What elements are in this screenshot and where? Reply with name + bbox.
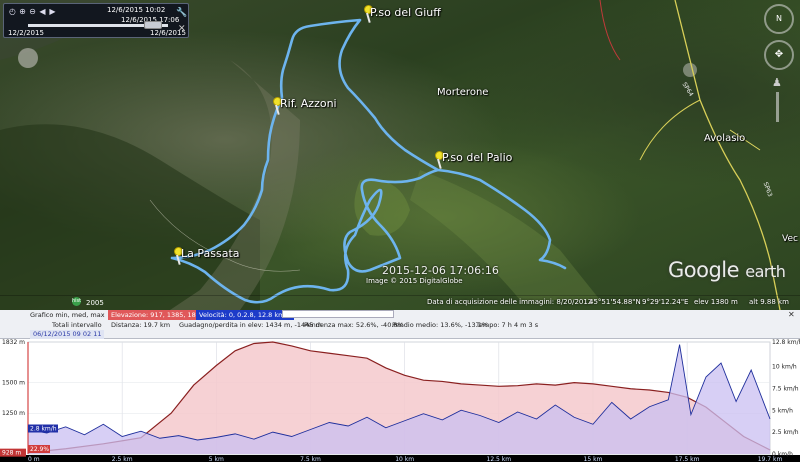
zoom-in-icon[interactable]: ⊕ — [18, 7, 27, 16]
placemark-label[interactable]: La Passata — [181, 247, 240, 260]
gain-loss-stat: Guadagno/perdita in elev: 1434 m, -1445 … — [179, 321, 322, 329]
compass-icon[interactable]: N — [764, 4, 794, 34]
time-stat: Tempo: 7 h 4 m 3 s — [476, 321, 539, 329]
y-right-tick-label: 7.5 km/h — [772, 385, 799, 392]
profile-stats: Grafico min, med, max Elevazione: 917, 1… — [0, 310, 800, 339]
image-credit: Image © 2015 DigitalGlobe — [366, 277, 463, 285]
cursor-speed-label: 2.8 km/h — [30, 426, 57, 433]
partial-place-label: Vec — [782, 234, 798, 244]
step-back-icon[interactable]: ◀ — [38, 7, 47, 16]
place-name-label: Morterone — [437, 87, 489, 98]
cursor-elev-label: 928 m — [2, 450, 21, 457]
placemark-label[interactable]: P.so del Giuff — [370, 6, 441, 19]
clock-icon[interactable]: ◴ — [8, 7, 17, 16]
latitude-readout: 45°51'54.88"N — [589, 298, 641, 306]
x-tick-label: 12.5 km — [487, 456, 512, 462]
x-tick-label: 17.5 km — [675, 456, 700, 462]
avg-slope-stat: Pendio medio: 13.6%, -13.1% — [392, 321, 489, 329]
street-view-person-icon[interactable]: ♟ — [772, 76, 782, 89]
slider-start-date: 12/2/2015 — [8, 29, 44, 37]
stats-empty-field — [282, 310, 394, 318]
y-left-tick-label: 1250 m — [2, 410, 25, 417]
place-name-label: Avolasio — [704, 133, 746, 144]
x-tick-label: 5 km — [209, 456, 224, 462]
speed-stats[interactable]: Velocità: 0, 0.2.8, 12.8 km/h — [196, 310, 294, 320]
y-right-tick-label: 12.8 km/h — [772, 339, 800, 346]
acquisition-date: Data di acquisizione delle immagini: 8/2… — [427, 298, 593, 306]
status-bar: Data di acquisizione delle immagini: 8/2… — [0, 296, 800, 310]
y-right-tick-label: 2.5 km/h — [772, 429, 799, 436]
wrench-icon[interactable]: 🔧 — [176, 8, 187, 18]
y-right-tick-label: 0 km/h — [772, 451, 793, 458]
x-tick-label: 0 m — [28, 456, 40, 462]
max-slope-stat: Pendenza max: 52.6%, -40.8% — [304, 321, 404, 329]
slider-current-time: 12/6/2015 10:02 — [107, 6, 166, 14]
elevation-readout: elev 1380 m — [694, 298, 738, 306]
step-forward-icon[interactable]: ▶ — [48, 7, 57, 16]
track-timestamp: 2015-12-06 17:06:16 — [382, 264, 499, 277]
eye-altitude-readout: alt 9.88 km — [749, 298, 789, 306]
elevation-speed-chart[interactable]: 0 m 2.5 km 5 km 7.5 km 10 km 12.5 km 15 km 17.5… — [0, 339, 800, 462]
longitude-readout: 9°29'12.24"E — [642, 298, 689, 306]
map-view[interactable]: ◴ ⊕ ⊖ ◀ ▶ 12/6/2015 10:02 12/6/2015 17:0… — [0, 0, 800, 310]
navigation-controls[interactable]: N ✥ ♟ — [762, 4, 796, 124]
profile-cursor-date: 06/12/2015 09 02 11 — [30, 330, 105, 339]
close-icon[interactable]: ✕ — [178, 24, 186, 34]
zoom-slider[interactable] — [776, 92, 779, 122]
google-earth-logo: Google earth — [668, 258, 786, 282]
placemark-label[interactable]: Rif. Azzoni — [280, 97, 337, 110]
cursor-slope-label: 22.9% — [30, 446, 49, 453]
y-right-tick-label: 10 km/h — [772, 364, 797, 371]
time-slider[interactable]: ◴ ⊕ ⊖ ◀ ▶ 12/6/2015 10:02 12/6/2015 17:0… — [3, 3, 189, 38]
distance-stat: Distanza: 19.7 km — [111, 321, 171, 329]
x-tick-label: 15 km — [584, 456, 603, 462]
y-left-tick-label: 1500 m — [2, 380, 25, 387]
elevation-profile-panel[interactable]: Grafico min, med, max Elevazione: 917, 1… — [0, 310, 800, 462]
y-left-tick-label: 1832 m — [2, 339, 25, 346]
x-tick-label: 7.5 km — [300, 456, 321, 462]
zoom-out-icon[interactable]: ⊖ — [28, 7, 37, 16]
stats-totals-label: Totali intervallo — [52, 321, 102, 329]
close-profile-icon[interactable]: ✕ — [788, 310, 795, 319]
placemark-label[interactable]: P.so del Palio — [442, 151, 512, 164]
x-tick-label: 10 km — [395, 456, 414, 462]
slider-handle[interactable] — [144, 21, 162, 29]
stats-chart-label: Grafico min, med, max — [30, 311, 105, 319]
y-right-tick-label: 5 km/h — [772, 407, 793, 414]
x-tick-label: 2.5 km — [112, 456, 133, 462]
pan-control-icon[interactable]: ✥ — [764, 40, 794, 70]
